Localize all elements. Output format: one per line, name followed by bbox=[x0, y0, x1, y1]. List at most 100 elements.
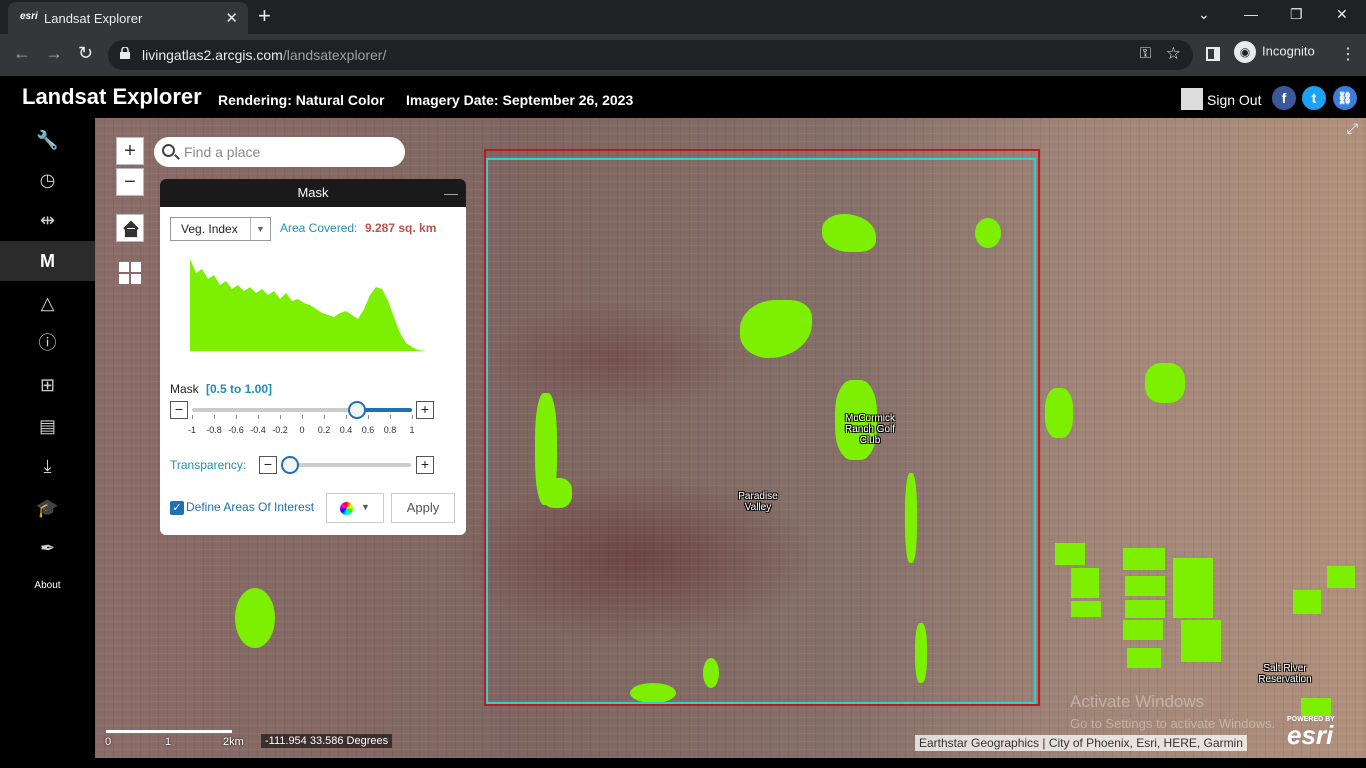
tick-mark bbox=[302, 415, 303, 419]
place-search[interactable] bbox=[154, 137, 405, 167]
vegetation-mask-patch bbox=[235, 588, 275, 648]
browser-tab[interactable]: esri Landsat Explorer ✕ bbox=[8, 2, 248, 34]
watermark-title: Activate Windows bbox=[1070, 692, 1205, 711]
tick-label: -0.4 bbox=[250, 425, 266, 435]
map-view[interactable]: McCormick Ranch Golf Club Paradise Valle… bbox=[95, 118, 1366, 758]
mask-color-picker[interactable]: ▼ bbox=[326, 493, 384, 523]
basemap-gallery-button[interactable] bbox=[117, 260, 143, 286]
zoom-out-button[interactable]: − bbox=[116, 168, 144, 196]
change-detection-icon[interactable]: △ bbox=[0, 283, 95, 323]
map-attribution[interactable]: Earthstar Geographics | City of Phoenix,… bbox=[915, 735, 1247, 751]
coordinates-readout: -111.954 33.586 Degrees bbox=[261, 734, 393, 748]
index-dropdown[interactable]: Veg. Index ▼ bbox=[170, 217, 271, 241]
watermark-subtitle: Go to Settings to activate Windows. bbox=[1070, 716, 1276, 731]
browser-tab-bar: esri Landsat Explorer ✕ + ⌄ — ❐ ✕ bbox=[0, 0, 1366, 34]
esri-favicon-icon: esri bbox=[20, 11, 38, 22]
mask-range-value: [0.5 to 1.00] bbox=[206, 382, 273, 396]
app-header: Landsat Explorer Rendering: Natural Colo… bbox=[0, 78, 1366, 118]
maximize-icon[interactable]: ❐ bbox=[1290, 6, 1303, 23]
vegetation-mask-field bbox=[1127, 648, 1161, 668]
area-covered-value: 9.287 sq. km bbox=[365, 221, 437, 235]
scale-line bbox=[106, 730, 232, 733]
vegetation-mask-field bbox=[1123, 620, 1163, 640]
forward-icon[interactable]: → bbox=[45, 43, 63, 64]
color-wheel-icon bbox=[340, 502, 353, 515]
scale-label-one: 1 bbox=[165, 736, 172, 748]
vegetation-mask-field bbox=[1071, 568, 1099, 598]
apply-button[interactable]: Apply bbox=[391, 493, 455, 523]
define-aoi-checkbox[interactable]: ✓ bbox=[170, 501, 184, 515]
education-icon[interactable]: 🎓 bbox=[0, 488, 95, 528]
transparency-slider-handle[interactable] bbox=[281, 456, 299, 474]
zoom-in-button[interactable]: + bbox=[116, 137, 144, 165]
swipe-icon[interactable]: ⇹ bbox=[0, 200, 95, 240]
tool-sidebar: 🔧 ◷ ⇹ M △ ⓘ ⊞ ▤ ⤓ 🎓 ✒ About bbox=[0, 118, 95, 758]
download-icon[interactable]: ⤓ bbox=[0, 446, 95, 486]
tick-mark bbox=[390, 415, 391, 419]
tab-close-icon[interactable]: ✕ bbox=[225, 9, 238, 27]
minimize-panel-icon[interactable]: — bbox=[444, 179, 458, 207]
mask-decrease-button[interactable]: − bbox=[170, 401, 188, 419]
tick-mark bbox=[324, 415, 325, 419]
tab-search-icon[interactable]: ⌄ bbox=[1198, 6, 1210, 23]
esri-logo[interactable]: POWERED BY esri bbox=[1287, 716, 1335, 749]
index-histogram bbox=[190, 259, 426, 351]
search-input[interactable] bbox=[184, 143, 394, 161]
transparency-decrease-button[interactable]: − bbox=[259, 456, 277, 474]
sign-out-link[interactable]: Sign Out bbox=[1207, 92, 1261, 108]
transparency-increase-button[interactable]: + bbox=[416, 456, 434, 474]
grid-icon bbox=[119, 262, 141, 284]
twitter-icon[interactable]: t bbox=[1302, 86, 1326, 110]
mask-slider-tick-labels: -1 -0.8 -0.6 -0.4 -0.2 0 0.2 0.4 0.6 0.8 1 bbox=[188, 425, 415, 437]
transparency-label: Transparency: bbox=[170, 458, 247, 472]
url-host: livingatlas2.arcgis.com bbox=[142, 47, 283, 63]
mask-increase-button[interactable]: + bbox=[416, 401, 434, 419]
define-aoi-label[interactable]: Define Areas Of Interest bbox=[186, 500, 314, 514]
tick-label: 0.8 bbox=[383, 425, 397, 435]
minimize-icon[interactable]: — bbox=[1244, 6, 1258, 22]
menu-icon[interactable]: ⋮ bbox=[1340, 44, 1356, 64]
vegetation-mask-field bbox=[1173, 558, 1213, 618]
search-icon bbox=[162, 144, 175, 157]
key-icon[interactable]: ⚿ bbox=[1140, 45, 1151, 62]
place-label-salt-river: Salt River Reservation bbox=[1258, 663, 1312, 685]
transparency-slider-track[interactable] bbox=[281, 463, 411, 467]
incognito-indicator[interactable]: ◉ Incognito bbox=[1234, 41, 1315, 63]
vegetation-mask-field bbox=[1055, 543, 1085, 565]
place-label-mccormick: McCormick Ranch Golf Club bbox=[844, 413, 896, 446]
mask-tool-icon[interactable]: M bbox=[0, 241, 95, 281]
info-icon[interactable]: ⓘ bbox=[0, 323, 95, 363]
save-icon[interactable]: ▤ bbox=[0, 406, 95, 446]
user-avatar bbox=[1181, 88, 1203, 110]
imagery-footprint-outline bbox=[486, 158, 1036, 704]
vegetation-mask-patch bbox=[1145, 363, 1185, 403]
tick-label: -0.2 bbox=[272, 425, 288, 435]
vegetation-mask-field bbox=[1293, 590, 1321, 614]
tick-label: -1 bbox=[187, 425, 197, 435]
mask-slider-ticks bbox=[192, 415, 413, 421]
tick-mark bbox=[258, 415, 259, 419]
back-icon[interactable]: ← bbox=[13, 43, 31, 64]
mask-panel: Mask — Veg. Index ▼ Area Covered: 9.287 … bbox=[160, 179, 466, 535]
scale-bar: 0 1 2km bbox=[103, 730, 244, 748]
url-field[interactable]: livingatlas2.arcgis.com/landsatexplorer/… bbox=[108, 40, 1193, 70]
export-icon[interactable]: ⊞ bbox=[0, 365, 95, 405]
reload-icon[interactable]: ↻ bbox=[78, 43, 93, 64]
home-button[interactable] bbox=[116, 214, 144, 242]
time-icon[interactable]: ◷ bbox=[0, 160, 95, 200]
link-icon[interactable]: ⛓ bbox=[1333, 86, 1357, 110]
facebook-icon[interactable]: f bbox=[1272, 86, 1296, 110]
tick-label: 0.4 bbox=[339, 425, 353, 435]
side-panel-icon[interactable] bbox=[1206, 47, 1220, 61]
about-link[interactable]: About bbox=[0, 580, 95, 591]
vegetation-mask-field bbox=[1125, 576, 1165, 596]
fullscreen-icon[interactable]: ⤢ bbox=[1347, 120, 1358, 137]
tick-label: 0.2 bbox=[317, 425, 331, 435]
star-icon[interactable]: ☆ bbox=[1166, 44, 1181, 64]
tools-icon[interactable]: 🔧 bbox=[0, 120, 95, 160]
tick-label: 0.6 bbox=[361, 425, 375, 435]
area-covered-label: Area Covered: bbox=[280, 221, 358, 235]
new-tab-icon[interactable]: + bbox=[258, 5, 271, 27]
close-icon[interactable]: ✕ bbox=[1336, 6, 1348, 23]
feather-icon[interactable]: ✒ bbox=[0, 528, 95, 568]
